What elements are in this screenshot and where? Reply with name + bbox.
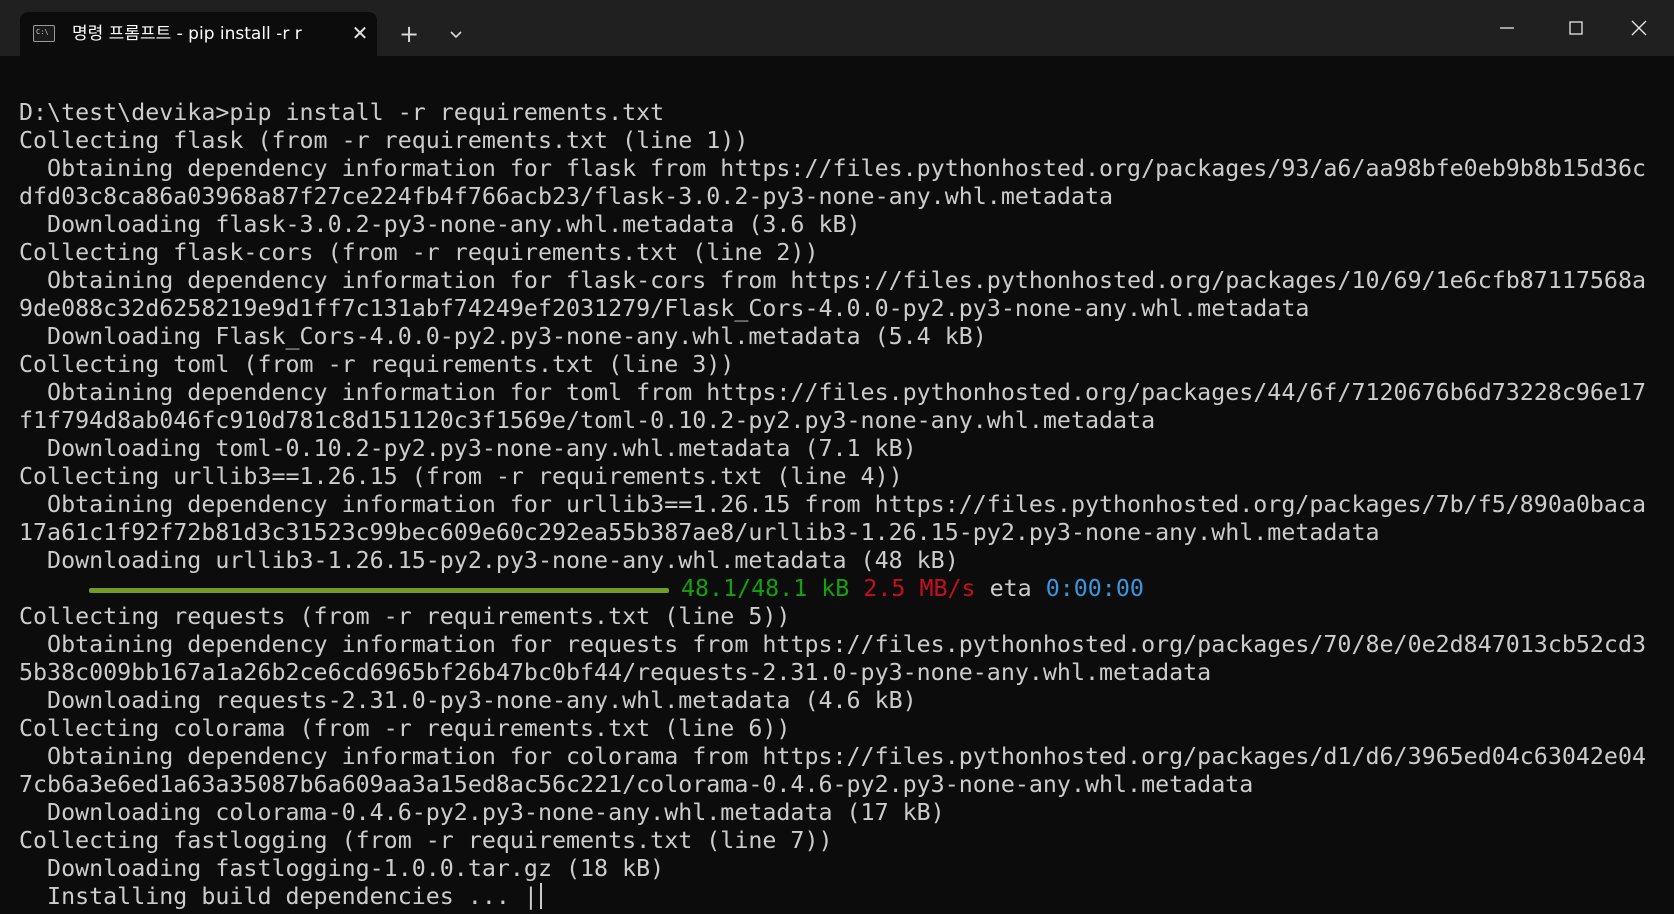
text-cursor bbox=[539, 883, 542, 909]
maximize-icon bbox=[1569, 21, 1583, 35]
minimize-button[interactable] bbox=[1472, 0, 1542, 56]
new-tab-button[interactable]: + bbox=[396, 20, 422, 48]
terminal-line: Obtaining dependency information for fla… bbox=[19, 155, 1647, 182]
terminal-line: Downloading flask-3.0.2-py3-none-any.whl… bbox=[19, 211, 861, 238]
close-icon bbox=[1631, 20, 1647, 36]
terminal-line: Obtaining dependency information for url… bbox=[19, 491, 1647, 518]
minimize-icon bbox=[1500, 27, 1514, 29]
terminal-line: Collecting flask-cors (from -r requireme… bbox=[19, 239, 819, 266]
progress-bar bbox=[89, 588, 669, 593]
terminal-line: Downloading Flask_Cors-4.0.0-py2.py3-non… bbox=[19, 323, 987, 350]
terminal-line: f1f794d8ab046fc910d781c8d151120c3f1569e/… bbox=[19, 407, 1156, 434]
terminal-line: Downloading urllib3-1.26.15-py2.py3-none… bbox=[19, 547, 959, 574]
terminal-line: Collecting fastlogging (from -r requirem… bbox=[19, 827, 833, 854]
tab-dropdown-button[interactable] bbox=[443, 20, 469, 48]
terminal-line: 17a61c1f92f72b81d3c31523c99bec609e60c292… bbox=[19, 519, 1380, 546]
close-tab-icon: ✕ bbox=[351, 21, 369, 45]
terminal-line: Collecting flask (from -r requirements.t… bbox=[19, 127, 749, 154]
progress-eta-label: eta bbox=[989, 575, 1032, 602]
terminal-line: Collecting toml (from -r requirements.tx… bbox=[19, 351, 735, 378]
terminal-line: Obtaining dependency information for tom… bbox=[19, 379, 1647, 406]
terminal-line: D:\test\devika>pip install -r requiremen… bbox=[19, 99, 665, 126]
title-bar[interactable]: C:\ 명령 프롬프트 - pip install -r r ✕ + bbox=[0, 0, 1674, 56]
terminal-line: Downloading toml-0.10.2-py2.py3-none-any… bbox=[19, 435, 917, 462]
chevron-down-icon bbox=[450, 31, 462, 39]
terminal-output: D:\test\devika>pip install -r requiremen… bbox=[19, 99, 1646, 911]
terminal-line: Obtaining dependency information for fla… bbox=[19, 267, 1647, 294]
terminal-line: Downloading colorama-0.4.6-py2.py3-none-… bbox=[19, 799, 945, 826]
progress-eta: 0:00:00 bbox=[1045, 575, 1144, 602]
plus-icon: + bbox=[398, 20, 420, 48]
terminal-line: 7cb6a3e6ed1a63a35087b6a609aa3a15ed8ac56c… bbox=[19, 771, 1254, 798]
download-progress: 48.1/48.1 kB 2.5 MB/s eta 0:00:00 bbox=[19, 575, 1646, 603]
progress-amount: 48.1/48.1 kB bbox=[681, 575, 850, 602]
tab-title: 명령 프롬프트 - pip install -r r bbox=[72, 24, 302, 44]
terminal-line: Downloading requests-2.31.0-py3-none-any… bbox=[19, 687, 917, 714]
terminal-line: 5b38c009bb167a1a26b2ce6cd6965bf26b47bc0b… bbox=[19, 659, 1212, 686]
close-tab-button[interactable]: ✕ bbox=[349, 22, 371, 44]
terminal-line: Collecting requests (from -r requirement… bbox=[19, 603, 791, 630]
terminal-line: Installing build dependencies ... | bbox=[19, 883, 1646, 911]
terminal-area[interactable]: D:\test\devika>pip install -r requiremen… bbox=[0, 56, 1674, 914]
terminal-line: Obtaining dependency information for col… bbox=[19, 743, 1647, 770]
command-prompt-icon: C:\ bbox=[33, 25, 55, 42]
terminal-window: C:\ 명령 프롬프트 - pip install -r r ✕ + D:\te… bbox=[0, 0, 1674, 914]
terminal-line: Collecting urllib3==1.26.15 (from -r req… bbox=[19, 463, 903, 490]
maximize-button[interactable] bbox=[1541, 0, 1611, 56]
terminal-line: Downloading fastlogging-1.0.0.tar.gz (18… bbox=[19, 855, 665, 882]
close-window-button[interactable] bbox=[1604, 0, 1674, 56]
terminal-line: Obtaining dependency information for req… bbox=[19, 631, 1647, 658]
progress-stats: 48.1/48.1 kB 2.5 MB/s eta 0:00:00 bbox=[681, 575, 1144, 603]
terminal-line: Collecting colorama (from -r requirement… bbox=[19, 715, 791, 742]
progress-speed: 2.5 MB/s bbox=[863, 575, 976, 602]
terminal-line: 9de088c32d6258219e9d1ff7c131abf74249ef20… bbox=[19, 295, 1310, 322]
tab-command-prompt[interactable]: C:\ 명령 프롬프트 - pip install -r r ✕ bbox=[20, 12, 377, 56]
terminal-line: dfd03c8ca86a03968a87f27ce224fb4f766acb23… bbox=[19, 183, 1114, 210]
